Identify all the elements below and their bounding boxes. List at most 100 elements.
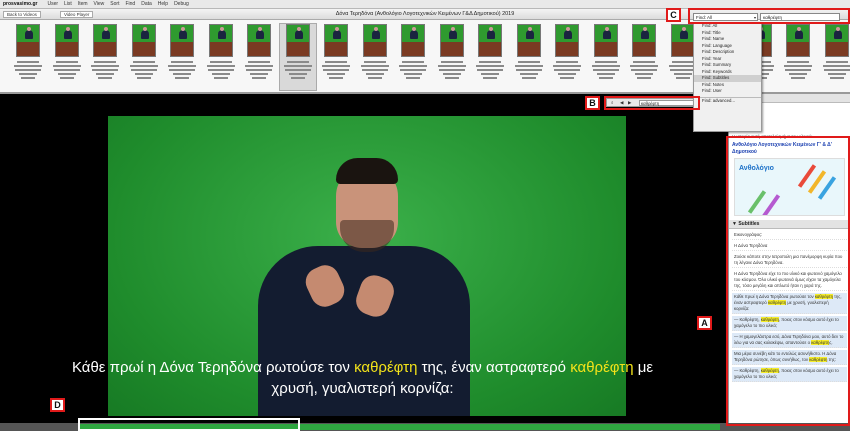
menu-item[interactable]: Item	[78, 1, 88, 7]
subtitle-text: Κάθε πρωί η Δόνα Τερηδόνα ρωτούσε τον	[71, 359, 355, 376]
marker-a: A	[697, 316, 712, 330]
subtitle-line-2: χρυσή, γυαλιστερή κορνίζα:	[271, 380, 454, 397]
menu-user[interactable]: User	[47, 1, 58, 7]
video-thumbnail[interactable]	[588, 24, 624, 90]
find-scope-select[interactable]: Find: All ▾	[693, 13, 758, 21]
menu-sort[interactable]: Sort	[110, 1, 119, 7]
video-player[interactable]: Κάθε πρωί η Δόνα Τερηδόνα ρωτούσε τον κα…	[0, 96, 725, 423]
subtitle-entry[interactable]: — Η χαμογελάστρα εσύ, Δόνα Τερηδόνα μου,…	[732, 333, 847, 348]
subtitle-keyword-highlight: καθρέφτη	[814, 294, 833, 299]
thumbnail-image	[208, 24, 233, 57]
book-cover-image: Ανθολόγιο	[734, 158, 845, 216]
menu-debug[interactable]: Debug	[174, 1, 189, 7]
subtitle-keyword-highlight: καθρέφτη	[760, 317, 779, 322]
thumbnail-caption	[280, 59, 316, 89]
subtitle-keyword-highlight: καθρέφτη	[768, 300, 787, 305]
thumbnail-caption	[511, 59, 547, 89]
menu-help[interactable]: Help	[158, 1, 168, 7]
video-thumbnail[interactable]	[819, 24, 850, 90]
thumbnail-image	[170, 24, 194, 57]
subtitle-keyword: καθρέφτη	[570, 359, 634, 376]
video-thumbnail[interactable]	[395, 24, 431, 90]
thumbnail-caption	[395, 59, 431, 89]
video-thumbnail[interactable]	[126, 24, 162, 90]
subtitle-entry[interactable]: — Καθρέφτη, καθρέφτη, ποιος στον κόσμο α…	[732, 316, 847, 331]
thumbnail-image	[439, 24, 464, 57]
thumbnail-image	[16, 24, 40, 57]
thumbnail-image	[93, 24, 117, 57]
subtitle-entry[interactable]: Κάθε πρωί η Δόνα Τερηδόνα ρωτούσε τον κα…	[732, 293, 847, 314]
find-scope-menu: Find: All Find: Title Find: Name Find: L…	[693, 22, 762, 132]
thumbnail-image	[824, 24, 849, 57]
subtitle-keyword: καθρέφτη	[354, 359, 418, 376]
video-thumbnail[interactable]	[472, 24, 508, 90]
subtitle-entry[interactable]: Η Δόνα Τερηδόνα είχε το πιο υλικό και φω…	[732, 270, 847, 291]
marker-c: C	[666, 8, 681, 22]
thumbnail-caption	[780, 59, 816, 89]
subtitle-search-bar: ⌕ ◀ ▶ καθρέφτη	[606, 98, 698, 107]
video-thumbnail[interactable]	[164, 24, 200, 90]
thumbnail-caption	[87, 59, 123, 89]
subtitles-header[interactable]: ▼ Subtitles	[729, 220, 850, 229]
video-thumbnail[interactable]	[318, 24, 354, 90]
thumbnail-caption	[49, 59, 85, 89]
menu-bar: prosvasimo.gr User List Item View Sort F…	[0, 0, 850, 9]
thumbnail-image	[401, 24, 425, 57]
next-match-icon[interactable]: ▶	[628, 100, 631, 106]
video-thumbnail[interactable]	[549, 24, 585, 90]
video-thumbnail[interactable]	[434, 24, 470, 90]
video-thumbnail[interactable]	[241, 24, 277, 90]
thumbnail-caption	[126, 59, 162, 89]
marker-d: D	[50, 398, 65, 412]
subtitle-keyword-highlight: καθρέφτη	[811, 340, 830, 345]
thumbnail-image	[285, 24, 310, 57]
description-intro: Η ιστορία αυτή αποτελεί τμήμα του υλικού…	[732, 134, 813, 139]
menu-view[interactable]: View	[94, 1, 105, 7]
thumbnail-image	[324, 24, 348, 57]
video-thumbnail[interactable]	[87, 24, 123, 90]
subtitle-list: Εικονογράφος: Η Δόνα Τερηδόνα Ζούσε κάποτε…	[729, 231, 850, 382]
thumbnail-caption	[241, 59, 277, 89]
timeline-track[interactable]	[80, 424, 720, 430]
subtitle-entry[interactable]: Εικονογράφος:	[732, 231, 847, 240]
pencil-icon	[761, 194, 781, 215]
search-icon[interactable]: ⌕	[611, 100, 613, 105]
thumbnail-image	[632, 24, 656, 57]
prev-match-icon[interactable]: ◀	[620, 100, 623, 106]
subtitle-entry[interactable]: — Καθρέφτη, καθρέφτη, ποιος στον κόσμο α…	[732, 367, 847, 382]
subtitle-entry[interactable]: Ζούσε κάποτε στην Ιατροπολη μια πανέμορφ…	[732, 253, 847, 268]
video-thumbnail[interactable]	[203, 24, 239, 90]
find-option-advanced[interactable]: Find: advanced...	[694, 96, 761, 104]
video-thumbnail[interactable]	[49, 24, 85, 90]
video-thumbnail[interactable]	[511, 24, 547, 90]
thumbnail-image	[131, 24, 156, 57]
thumbnail-image	[362, 24, 387, 57]
book-title-link[interactable]: Ανθολόγιο Λογοτεχνικών Κειμένων Γ' & Δ' …	[729, 141, 850, 156]
video-thumbnail[interactable]	[626, 24, 662, 90]
thumbnail-caption	[588, 59, 624, 89]
thumbnail-image	[516, 24, 541, 57]
thumbnail-caption	[164, 59, 200, 89]
find-option-user[interactable]: Find: User	[694, 88, 761, 95]
subtitle-text: με	[633, 359, 654, 376]
thumbnail-image	[555, 24, 579, 57]
find-input[interactable]: καθρέφτη	[760, 13, 840, 21]
subtitle-entry[interactable]: Μια μέρα συνέβη κάτι το εντελώς ασυνήθισ…	[732, 350, 847, 365]
video-thumbnail[interactable]	[278, 23, 317, 91]
subtitle-search-input[interactable]: καθρέφτη	[639, 100, 697, 106]
thumbnail-caption	[318, 59, 354, 89]
video-thumbnail[interactable]	[357, 24, 393, 90]
subtitle-entry[interactable]: Η Δόνα Τερηδόνα	[732, 242, 847, 251]
video-thumbnail[interactable]	[780, 24, 816, 90]
details-sidebar: Description Η ιστορία αυτή αποτελεί τμήμ…	[728, 94, 850, 423]
video-timeline[interactable]	[0, 423, 850, 431]
menu-list[interactable]: List	[64, 1, 72, 7]
thumbnail-caption	[203, 59, 239, 89]
book-cover-title: Ανθολόγιο	[739, 165, 774, 172]
thumbnail-caption	[357, 59, 393, 89]
menu-find[interactable]: Find	[125, 1, 135, 7]
thumbnail-caption	[819, 59, 850, 89]
menu-data[interactable]: Data	[141, 1, 152, 7]
brand-name: prosvasimo.gr	[3, 1, 38, 7]
video-thumbnail[interactable]	[10, 24, 46, 90]
